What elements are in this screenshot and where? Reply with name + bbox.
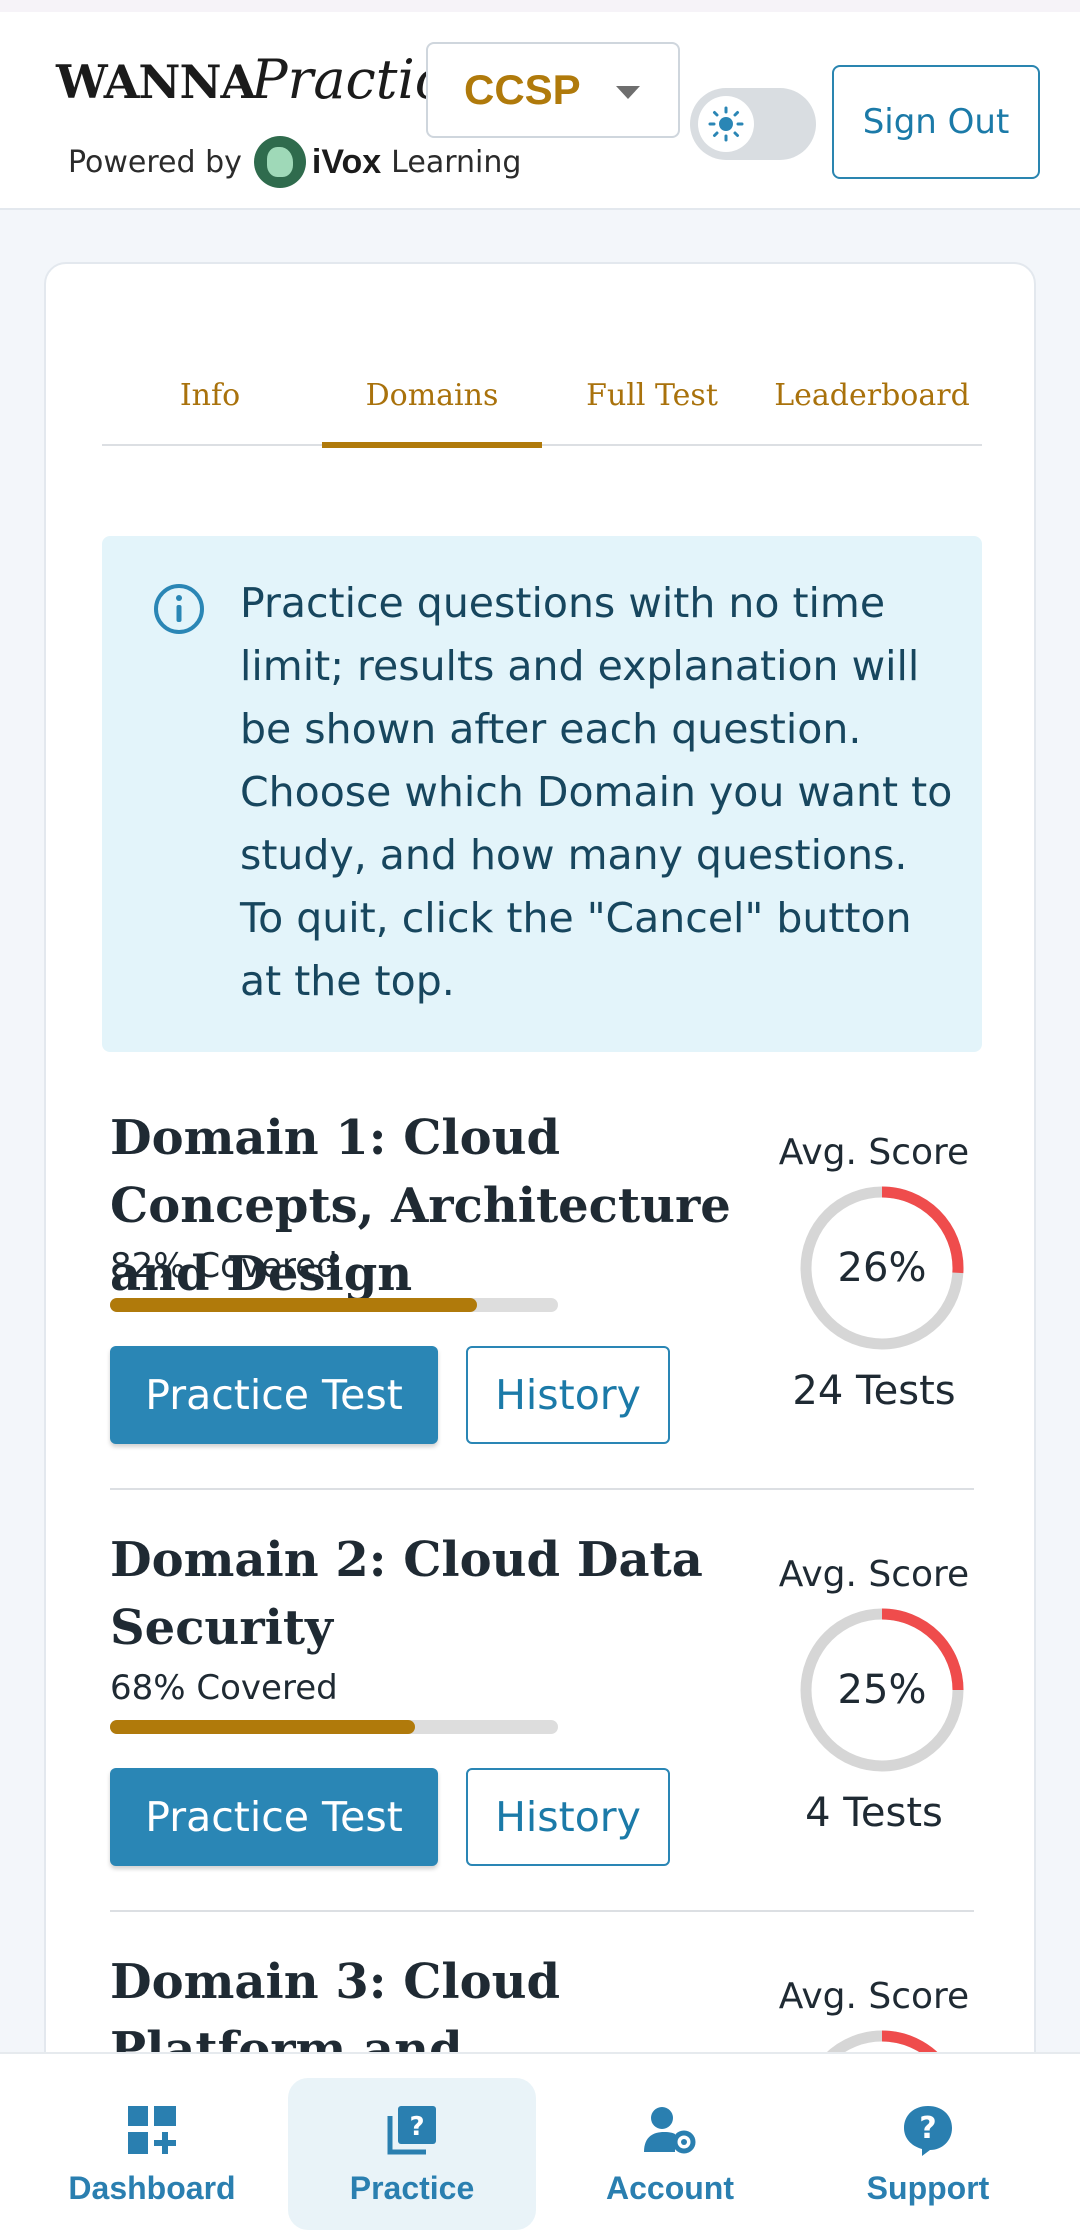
tab-full-test[interactable]: Full Test [542,360,762,446]
history-button[interactable]: History [466,1346,670,1444]
practice-test-button[interactable]: Practice Test [110,1346,438,1444]
svg-text:?: ? [919,2111,936,2146]
domain-title: Domain 2: Cloud Data Security [110,1532,703,1656]
sun-icon [708,106,744,142]
powered-suffix: Learning [391,144,522,180]
info-text: Practice questions with no time limit; r… [240,579,953,1005]
exam-selected-value: CCSP [464,66,581,113]
top-strip [0,0,1080,12]
coverage-bar-fill [110,1298,478,1312]
history-button[interactable]: History [466,1768,670,1866]
nav-dashboard[interactable]: Dashboard [28,2078,276,2230]
nav-practice[interactable]: ? Practice [288,2078,536,2230]
nav-support[interactable]: ? Support [804,2078,1052,2230]
ivox-logo-icon [253,136,306,188]
coverage-label: 68% Covered [110,1668,338,1708]
tab-domains[interactable]: Domains [322,360,542,448]
support-icon: ? [904,2106,952,2156]
powered-prefix: Powered by [68,144,242,180]
nav-label: Dashboard [68,2170,236,2206]
theme-toggle-knob [698,96,754,152]
avg-score-label: Avg. Score [778,1976,970,2017]
dashboard-icon [128,2106,176,2154]
avg-score-value: 25% [837,1667,927,1713]
tests-count: 4 Tests [805,1790,943,1836]
tab-info[interactable]: Info [102,360,318,446]
info-icon [154,584,204,634]
powered-by: Powered by iVox Learning [68,132,521,192]
bottom-navigation: Dashboard ? Practice Account ? Support [0,2052,1080,2240]
coverage-bar [110,1298,558,1312]
wannapractice-logo[interactable]: WANNAPractice [56,40,477,120]
domain-item: Domain 2: Cloud Data Security 68% Covere… [110,1526,974,1946]
tab-bar: Info Domains Full Test Leaderboard [102,360,982,448]
domains-card: Info Domains Full Test Leaderboard Pract… [44,262,1036,2222]
avg-score-label: Avg. Score [778,1132,970,1173]
theme-toggle[interactable] [690,88,816,160]
practice-test-button[interactable]: Practice Test [110,1768,438,1866]
chevron-down-icon [616,86,640,99]
domain-divider [110,1910,974,1912]
domain-divider [110,1488,974,1490]
practice-icon: ? [387,2106,436,2155]
nav-label: Practice [349,2170,475,2206]
logo-main-text: WANNA [56,55,256,109]
coverage-bar [110,1720,558,1734]
nav-label: Account [606,2170,734,2206]
avg-score-value: 26% [837,1245,927,1291]
coverage-label: 82% Covered [110,1246,338,1286]
tests-count: 24 Tests [792,1368,956,1414]
account-icon [644,2107,696,2154]
nav-account[interactable]: Account [546,2078,794,2230]
tab-leaderboard[interactable]: Leaderboard [762,360,982,446]
domain-item: Domain 1: Cloud Concepts, Architecture a… [110,1104,974,1524]
powered-brand: iVox [311,142,382,181]
sign-out-button[interactable]: Sign Out [832,65,1040,179]
nav-label: Support [866,2170,990,2206]
svg-text:?: ? [409,2112,424,2142]
exam-select[interactable]: CCSP [426,42,680,138]
avg-score-label: Avg. Score [778,1554,970,1595]
app-header: WANNAPractice Powered by iVox Learning C… [0,12,1080,210]
coverage-bar-fill [110,1720,415,1734]
info-callout: Practice questions with no time limit; r… [102,536,982,1052]
